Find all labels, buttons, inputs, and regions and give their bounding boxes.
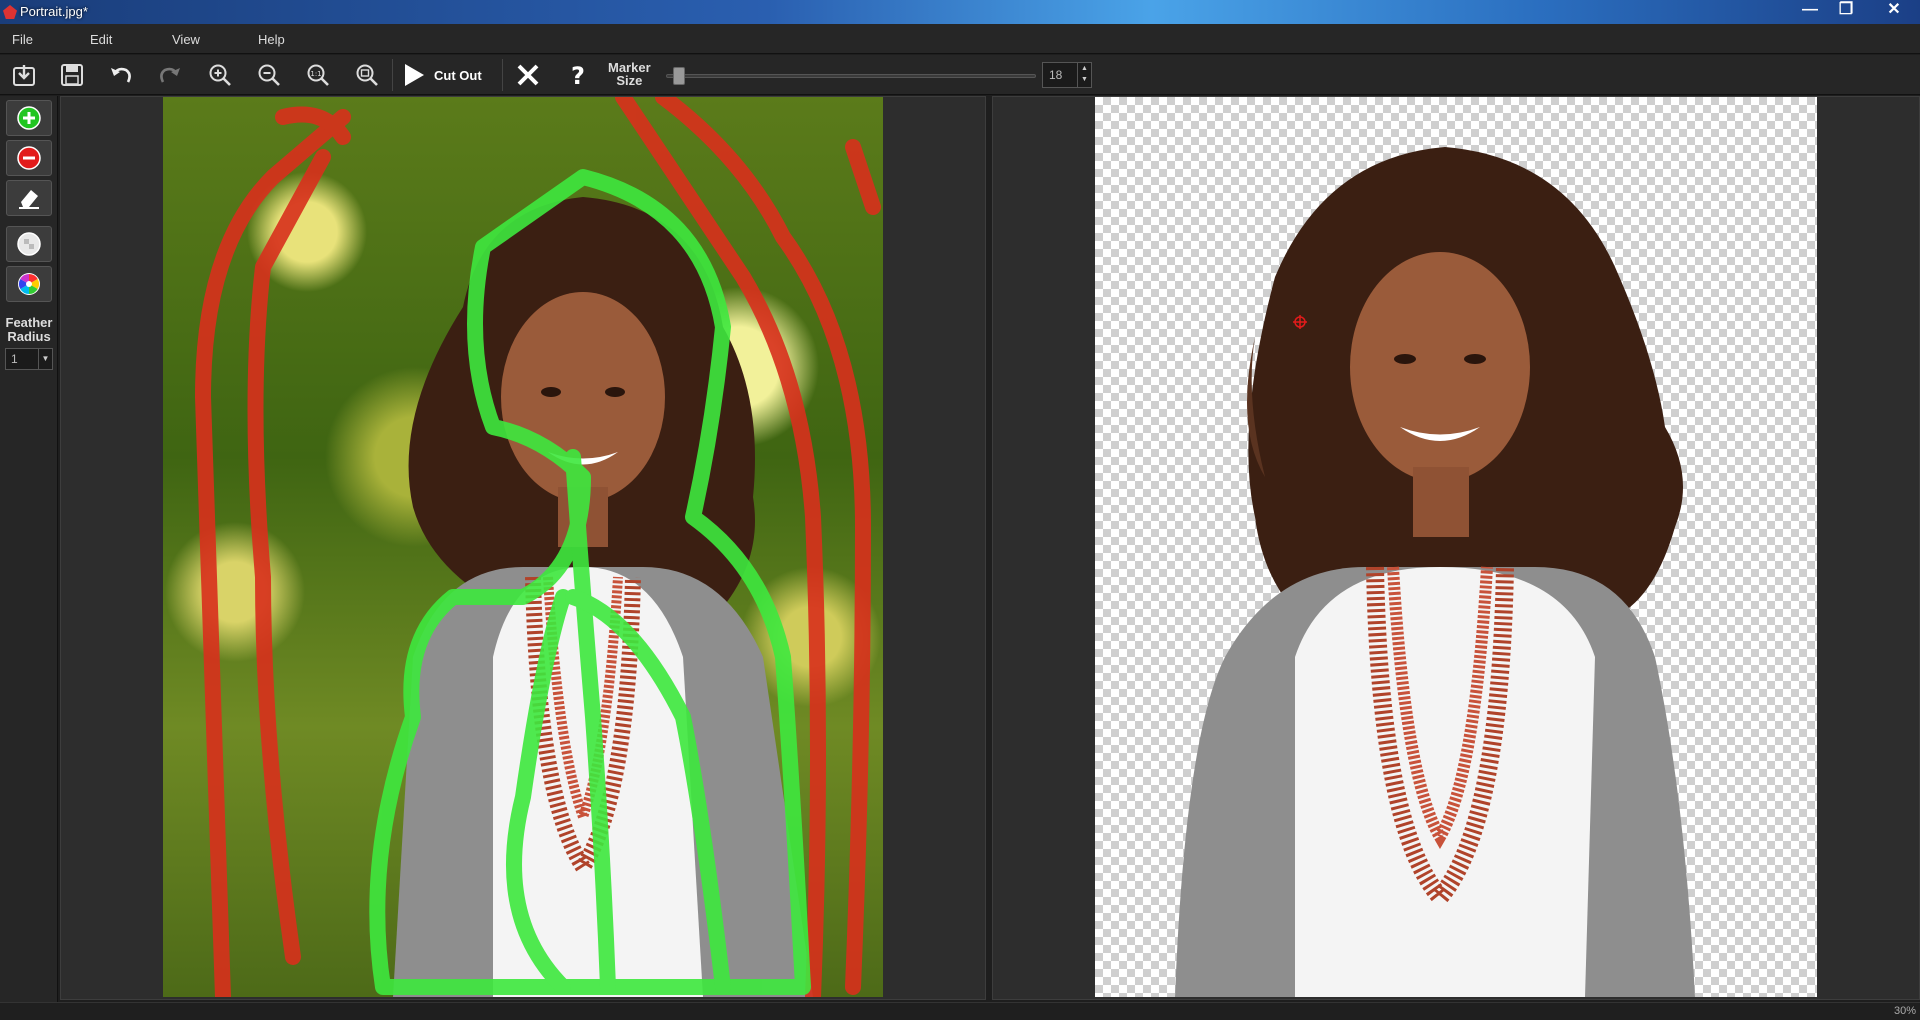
marker-size-slider-thumb[interactable] — [673, 67, 686, 85]
background-color-tool[interactable] — [6, 266, 52, 302]
open-icon[interactable] — [8, 59, 40, 91]
feather-radius-select[interactable]: 1 ▼ — [5, 348, 53, 370]
cutout-portrait — [1175, 147, 1695, 997]
toolbar-separator — [502, 59, 503, 91]
eraser-icon — [19, 190, 39, 209]
save-icon[interactable] — [56, 59, 88, 91]
keep-marker-tool[interactable] — [6, 100, 52, 136]
title-bar: Portrait.jpg* — ❐ ✕ — [0, 0, 1920, 24]
tool-panel: Feather Radius 1 ▼ — [0, 96, 58, 1016]
help-icon[interactable]: ? — [562, 59, 594, 91]
spin-arrows-icon[interactable]: ▲ ▼ — [1077, 63, 1091, 87]
menu-help[interactable]: Help — [258, 32, 285, 47]
chevron-down-icon[interactable]: ▼ — [38, 349, 52, 369]
svg-text:1:1: 1:1 — [310, 70, 321, 78]
undo-icon[interactable] — [105, 59, 137, 91]
toolbar-separator — [392, 59, 393, 91]
zoom-out-icon[interactable] — [253, 59, 285, 91]
checker-circle-icon — [17, 232, 41, 256]
clear-marks-icon[interactable] — [512, 59, 544, 91]
source-canvas[interactable] — [60, 96, 986, 1000]
result-canvas[interactable] — [992, 96, 1920, 1000]
color-wheel-icon — [18, 273, 40, 295]
marker-size-label: Marker Size — [608, 60, 651, 88]
actual-size-icon[interactable]: 1:1 — [302, 59, 334, 91]
app-icon — [3, 5, 17, 19]
marker-size-slider[interactable] — [666, 74, 1036, 78]
toolbar: 1:1 Cut Out ? Marker Size 18 ▲ ▼ — [0, 55, 1920, 95]
svg-text:?: ? — [571, 62, 585, 88]
marker-size-spinbox[interactable]: 18 ▲ ▼ — [1042, 62, 1092, 88]
source-photo[interactable] — [163, 97, 883, 997]
menu-edit[interactable]: Edit — [90, 32, 112, 47]
cut-out-button[interactable]: Cut Out — [402, 59, 482, 91]
fit-to-window-icon[interactable] — [351, 59, 383, 91]
result-photo[interactable] — [1095, 97, 1817, 997]
feather-radius-label: Feather Radius — [5, 315, 53, 344]
play-icon — [405, 64, 424, 86]
zoom-level: 30% — [1893, 1005, 1916, 1017]
status-bar: 30% — [0, 1002, 1920, 1020]
menu-view[interactable]: View — [172, 32, 200, 47]
window-title: Portrait.jpg* — [20, 4, 88, 19]
menu-file[interactable]: File — [12, 32, 33, 47]
cut-out-label: Cut Out — [434, 67, 482, 83]
plus-circle-icon — [17, 106, 41, 130]
portrait-with-markers — [195, 97, 881, 997]
remove-marker-tool[interactable] — [6, 140, 52, 176]
zoom-in-icon[interactable] — [204, 59, 236, 91]
restore-button[interactable]: ❐ — [1828, 0, 1864, 20]
eraser-tool[interactable] — [6, 180, 52, 216]
minimize-button[interactable]: — — [1792, 0, 1828, 20]
minus-circle-icon — [17, 146, 41, 170]
menu-bar: File Edit View Help — [0, 24, 1920, 54]
close-window-button[interactable]: ✕ — [1872, 0, 1916, 20]
transparent-background-tool[interactable] — [6, 226, 52, 262]
redo-icon[interactable] — [154, 59, 186, 91]
